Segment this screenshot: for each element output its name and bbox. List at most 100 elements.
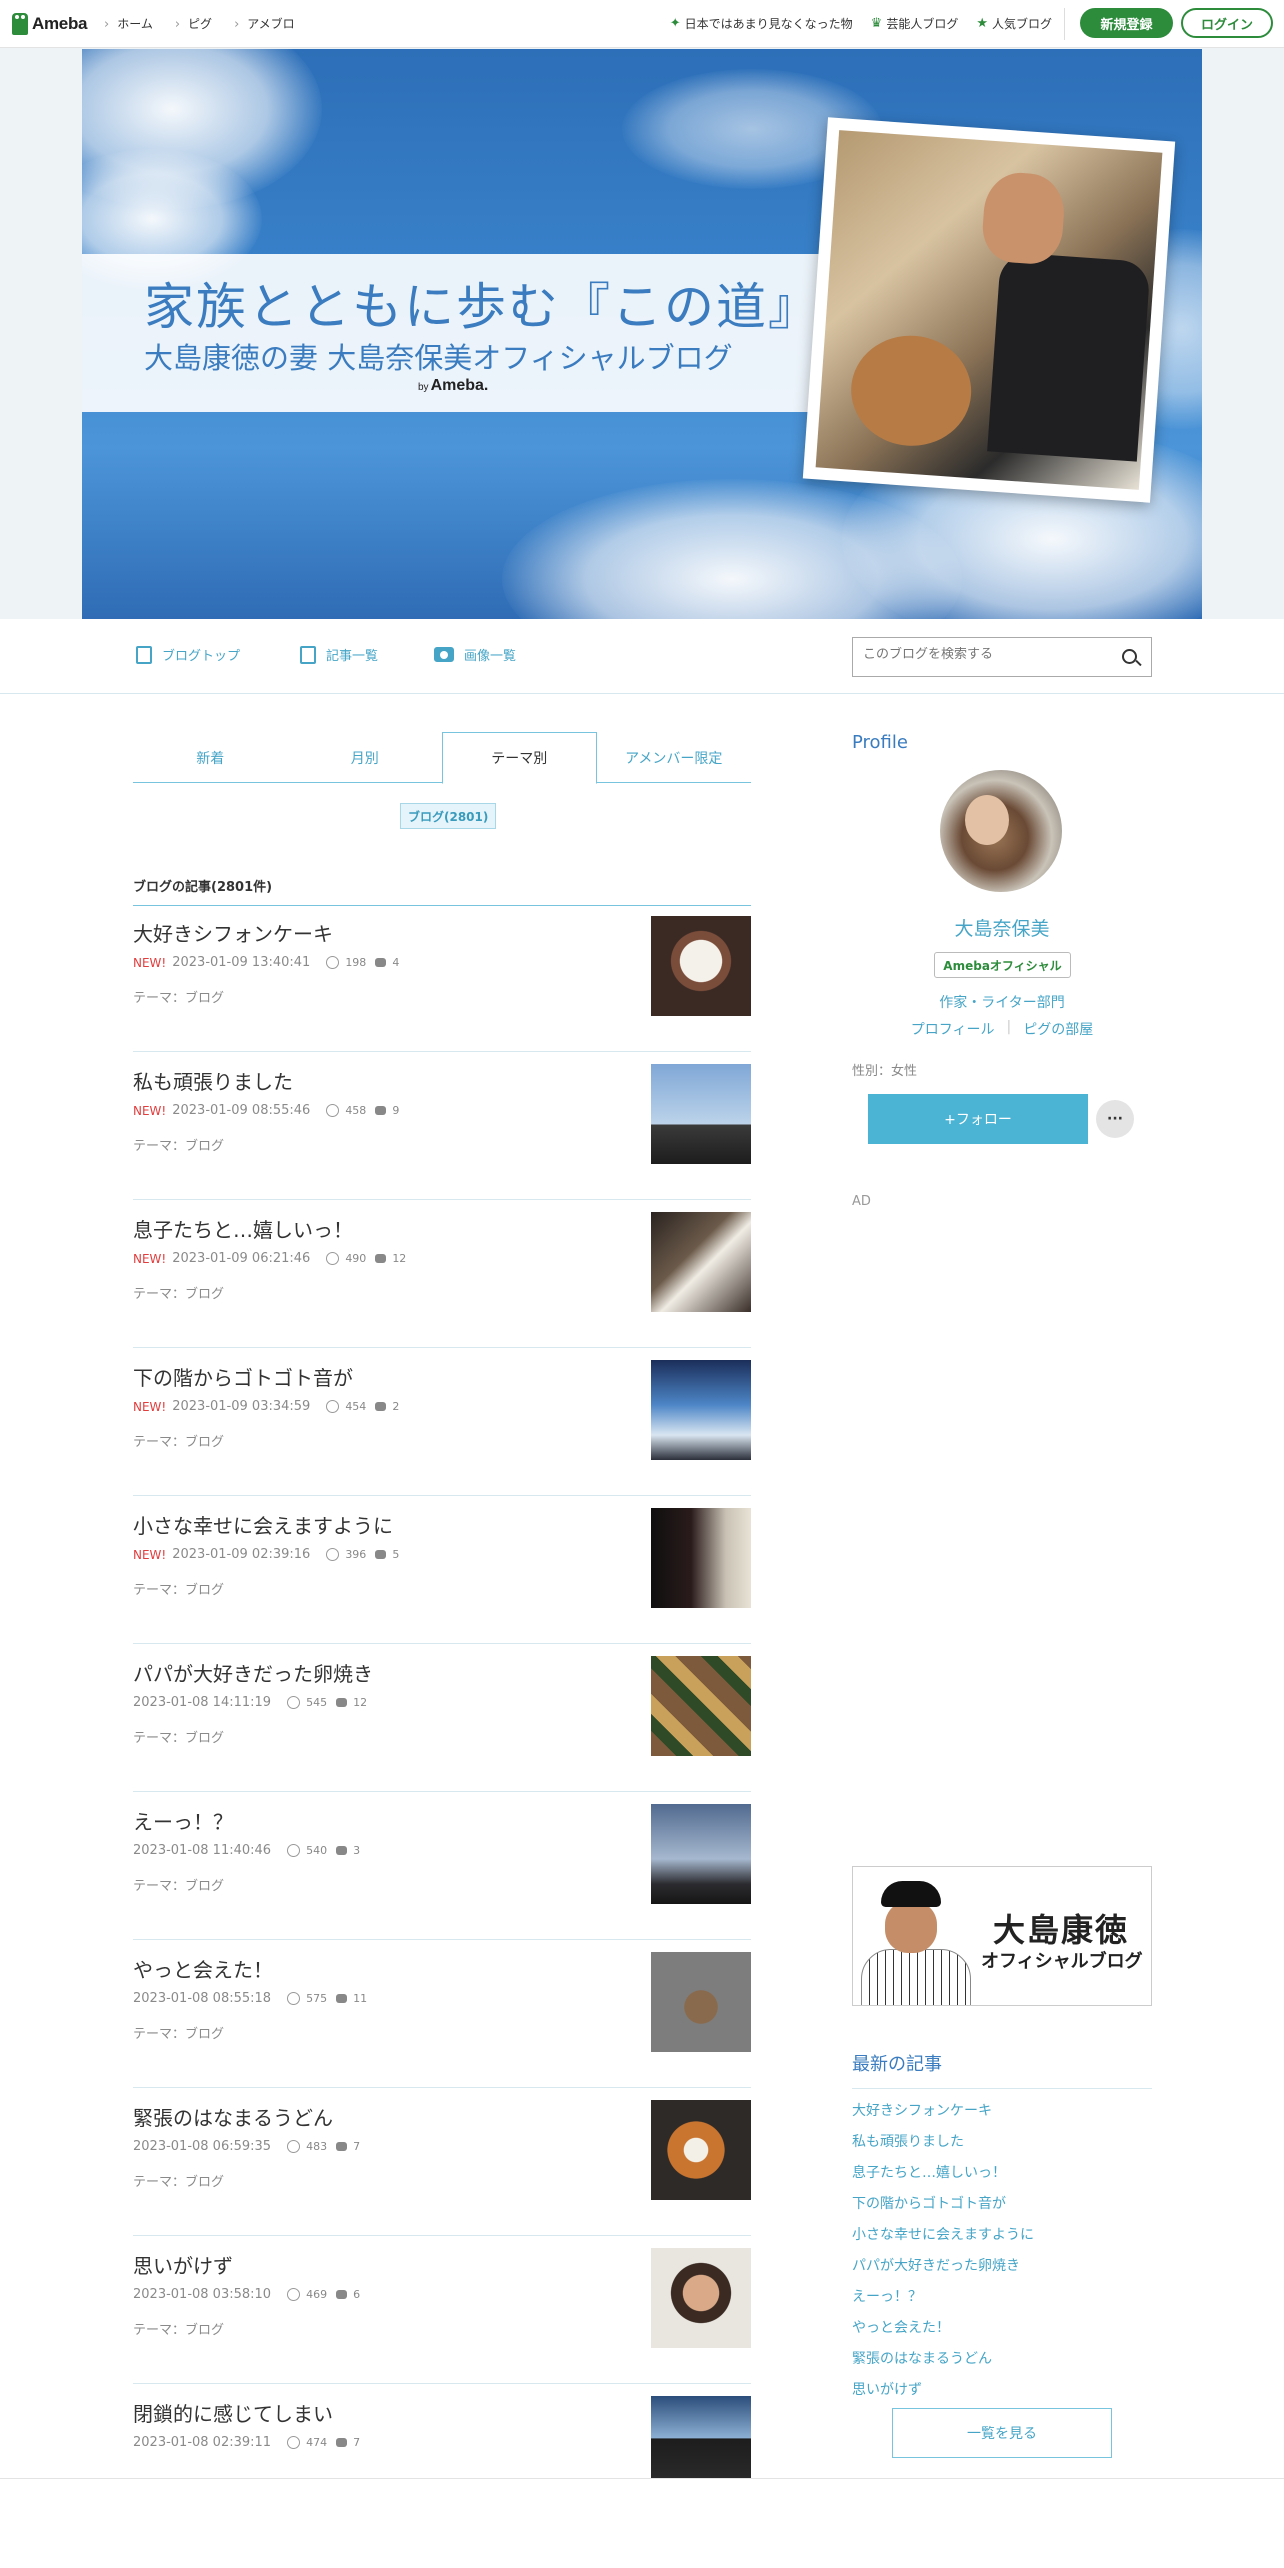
comment-count: 5 bbox=[392, 1548, 400, 1561]
avatar[interactable] bbox=[940, 770, 1062, 892]
recent-post-link[interactable]: 私も頑張りました bbox=[852, 2125, 1152, 2156]
article-title[interactable]: 緊張のはなまるうどん bbox=[133, 2102, 333, 2131]
baseball-player-image bbox=[861, 1875, 971, 2005]
article-row[interactable]: パパが大好きだった卵焼き 2023-01-08 14:11:19 545 12 … bbox=[133, 1644, 751, 1792]
article-thumbnail[interactable] bbox=[651, 1212, 751, 1312]
article-title[interactable]: 閉鎖的に感じてしまい bbox=[133, 2398, 333, 2427]
tab-members-only[interactable]: アメンバー限定 bbox=[597, 732, 752, 783]
article-row[interactable]: えーっ！？ 2023-01-08 11:40:46 540 3 テーマ：ブログ bbox=[133, 1792, 751, 1940]
article-row[interactable]: 下の階からゴトゴト音が NEW! 2023-01-09 03:34:59 454… bbox=[133, 1348, 751, 1496]
comment-icon bbox=[336, 2290, 348, 2299]
ameba-logo[interactable]: Ameba bbox=[12, 10, 87, 38]
like-count: 483 bbox=[306, 2140, 328, 2153]
more-options-button[interactable]: ··· bbox=[1096, 1100, 1134, 1138]
article-row[interactable]: 小さな幸せに会えますように NEW! 2023-01-09 02:39:16 3… bbox=[133, 1496, 751, 1644]
register-button[interactable]: 新規登録 bbox=[1080, 8, 1173, 38]
recent-post-link[interactable]: パパが大好きだった卵焼き bbox=[852, 2249, 1152, 2280]
article-thumbnail[interactable] bbox=[651, 1952, 751, 2052]
recent-post-link[interactable]: えーっ！？ bbox=[852, 2280, 1152, 2311]
article-theme[interactable]: テーマ：ブログ bbox=[133, 1579, 224, 1598]
article-title[interactable]: 大好きシフォンケーキ bbox=[133, 918, 333, 947]
article-title[interactable]: えーっ！？ bbox=[133, 1806, 233, 1835]
breadcrumb-home[interactable]: ホーム bbox=[104, 15, 153, 32]
article-row[interactable]: 思いがけず 2023-01-08 03:58:10 469 6 テーマ：ブログ bbox=[133, 2236, 751, 2384]
article-thumbnail[interactable] bbox=[651, 2396, 751, 2480]
comment-icon bbox=[336, 2438, 348, 2447]
article-row[interactable]: 私も頑張りました NEW! 2023-01-09 08:55:46 458 9 … bbox=[133, 1052, 751, 1200]
follow-button[interactable]: +フォロー bbox=[868, 1094, 1088, 1144]
ad-banner-subtitle: オフィシャルブログ bbox=[981, 1951, 1143, 1972]
search-icon[interactable] bbox=[1122, 649, 1137, 664]
article-title[interactable]: 小さな幸せに会えますように bbox=[133, 1510, 393, 1539]
comment-count: 7 bbox=[353, 2436, 361, 2449]
article-title[interactable]: 私も頑張りました bbox=[133, 1066, 293, 1095]
nav-article-list[interactable]: 記事一覧 bbox=[300, 645, 378, 664]
article-theme[interactable]: テーマ：ブログ bbox=[133, 987, 224, 1006]
article-thumbnail[interactable] bbox=[651, 1804, 751, 1904]
article-thumbnail[interactable] bbox=[651, 2100, 751, 2200]
article-theme[interactable]: テーマ：ブログ bbox=[133, 1875, 224, 1894]
pigg-room-link[interactable]: ピグの部屋 bbox=[1023, 1019, 1093, 1039]
tab-by-theme[interactable]: テーマ別 bbox=[442, 732, 597, 784]
article-theme[interactable]: テーマ：ブログ bbox=[133, 1135, 224, 1154]
breadcrumb-ameblo[interactable]: アメブロ bbox=[234, 15, 294, 32]
article-thumbnail[interactable] bbox=[651, 916, 751, 1016]
comment-icon bbox=[336, 1698, 348, 1707]
article-thumbnail[interactable] bbox=[651, 1360, 751, 1460]
nav-article-list-label: 記事一覧 bbox=[326, 649, 379, 664]
article-title[interactable]: 思いがけず bbox=[133, 2250, 233, 2279]
tab-monthly[interactable]: 月別 bbox=[288, 732, 443, 783]
celebrity-blog-link[interactable]: ♛ 芸能人ブログ bbox=[871, 15, 959, 32]
recent-post-link[interactable]: 下の階からゴトゴト音が bbox=[852, 2187, 1152, 2218]
article-thumbnail[interactable] bbox=[651, 1064, 751, 1164]
recent-post-link[interactable]: 緊張のはなまるうどん bbox=[852, 2342, 1152, 2373]
popular-blog-link[interactable]: ★ 人気ブログ bbox=[976, 15, 1052, 32]
nav-blog-top[interactable]: ブログトップ bbox=[136, 645, 240, 664]
blog-search-input[interactable] bbox=[863, 647, 1103, 662]
article-meta: 2023-01-08 14:11:19 545 12 bbox=[133, 1695, 367, 1710]
blog-header-banner[interactable]: 家族とともに歩む『この道』 大島康徳の妻 大島奈保美オフィシャルブログ by Am… bbox=[82, 49, 1202, 619]
camera-icon bbox=[434, 647, 454, 662]
article-theme[interactable]: テーマ：ブログ bbox=[133, 1283, 224, 1302]
article-thumbnail[interactable] bbox=[651, 2248, 751, 2348]
article-theme[interactable]: テーマ：ブログ bbox=[133, 1431, 224, 1450]
article-thumbnail[interactable] bbox=[651, 1508, 751, 1608]
breadcrumb-pigg[interactable]: ピグ bbox=[175, 15, 212, 32]
profile-name[interactable]: 大島奈保美 bbox=[852, 914, 1152, 941]
recent-post-link[interactable]: やっと会えた！ bbox=[852, 2311, 1152, 2342]
trending-topic-link[interactable]: ✦ 日本ではあまり見なくなった物 bbox=[670, 15, 853, 32]
article-row[interactable]: 閉鎖的に感じてしまい 2023-01-08 02:39:11 474 7 bbox=[133, 2384, 751, 2480]
article-theme[interactable]: テーマ：ブログ bbox=[133, 2319, 224, 2338]
article-title[interactable]: やっと会えた！ bbox=[133, 1954, 273, 1983]
blog-nav: ブログトップ 記事一覧 画像一覧 bbox=[0, 619, 1284, 694]
tab-latest[interactable]: 新着 bbox=[133, 732, 288, 783]
nav-image-list[interactable]: 画像一覧 bbox=[434, 645, 516, 664]
article-title[interactable]: 下の階からゴトゴト音が bbox=[133, 1362, 353, 1391]
recent-post-link[interactable]: 大好きシフォンケーキ bbox=[852, 2094, 1152, 2125]
article-title[interactable]: パパが大好きだった卵焼き bbox=[133, 1658, 373, 1687]
article-datetime: 2023-01-09 06:21:46 bbox=[172, 1251, 311, 1266]
login-button[interactable]: ログイン bbox=[1181, 8, 1273, 38]
article-row[interactable]: 大好きシフォンケーキ NEW! 2023-01-09 13:40:41 198 … bbox=[133, 904, 751, 1052]
recent-post-link[interactable]: 小さな幸せに会えますように bbox=[852, 2218, 1152, 2249]
recent-post-link[interactable]: 思いがけず bbox=[852, 2373, 1152, 2404]
article-title[interactable]: 息子たちと…嬉しいっ！ bbox=[133, 1214, 353, 1243]
article-theme[interactable]: テーマ：ブログ bbox=[133, 2171, 224, 2190]
list-tabs: 新着 月別 テーマ別 アメンバー限定 bbox=[133, 732, 752, 784]
comment-count: 6 bbox=[353, 2288, 361, 2301]
official-blog-ad-banner[interactable]: 大島康徳 オフィシャルブログ bbox=[852, 1866, 1152, 2006]
article-row[interactable]: やっと会えた！ 2023-01-08 08:55:18 575 11 テーマ：ブ… bbox=[133, 1940, 751, 2088]
theme-chip[interactable]: ブログ(2801) bbox=[400, 803, 497, 829]
article-theme[interactable]: テーマ：ブログ bbox=[133, 1727, 224, 1746]
by-prefix: by bbox=[418, 382, 429, 393]
like-icon bbox=[287, 1992, 301, 2005]
like-count: 396 bbox=[345, 1548, 367, 1561]
article-row[interactable]: 緊張のはなまるうどん 2023-01-08 06:59:35 483 7 テーマ… bbox=[133, 2088, 751, 2236]
article-thumbnail[interactable] bbox=[651, 1656, 751, 1756]
recent-post-link[interactable]: 息子たちと…嬉しいっ！ bbox=[852, 2156, 1152, 2187]
article-theme[interactable]: テーマ：ブログ bbox=[133, 2023, 224, 2042]
article-row[interactable]: 息子たちと…嬉しいっ！ NEW! 2023-01-09 06:21:46 490… bbox=[133, 1200, 751, 1348]
see-all-button[interactable]: 一覧を見る bbox=[892, 2408, 1112, 2458]
profile-link[interactable]: プロフィール bbox=[911, 1019, 995, 1039]
profile-category[interactable]: 作家・ライター部門 bbox=[852, 992, 1152, 1012]
